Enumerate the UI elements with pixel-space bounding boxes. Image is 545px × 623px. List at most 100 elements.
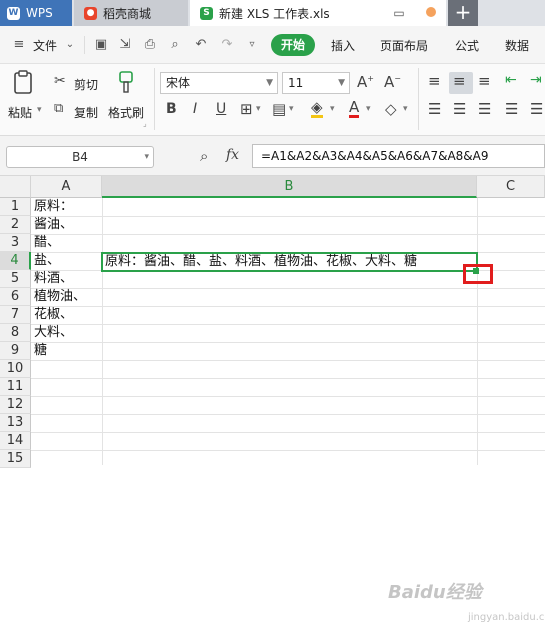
menu-data[interactable]: 数据 [505, 37, 529, 54]
paste-icon[interactable] [12, 70, 36, 96]
cell-a9[interactable]: 糖 [34, 342, 47, 360]
paste-label[interactable]: 粘贴 [8, 104, 32, 121]
column-header-b[interactable]: B [102, 176, 477, 198]
formula-input[interactable]: =A1&A2&A3&A4&A5&A6&A7&A8&A9 [252, 144, 545, 168]
print-preview-icon[interactable]: ⌕ [167, 37, 183, 53]
tab-wps[interactable]: W WPS [0, 0, 72, 26]
menu-page-layout[interactable]: 页面布局 [380, 37, 428, 54]
menu-file[interactable]: 文件 [33, 37, 57, 54]
redo-icon[interactable]: ↷ [219, 37, 235, 53]
scissors-icon[interactable]: ✂ [54, 73, 66, 89]
row-header-7[interactable]: 7 [0, 306, 31, 324]
select-all-corner[interactable] [0, 176, 31, 198]
row-header-13[interactable]: 13 [0, 414, 31, 432]
row-header-12[interactable]: 12 [0, 396, 31, 414]
font-color-icon[interactable]: A [349, 99, 360, 118]
indent-increase-icon[interactable]: ⇥ [530, 72, 542, 88]
row-header-14[interactable]: 14 [0, 432, 31, 450]
fx-icon[interactable]: fx [226, 147, 239, 163]
align-top-icon[interactable]: ≡ [428, 72, 441, 90]
launcher-icon[interactable]: ⌟ [143, 119, 147, 128]
row-header-10[interactable]: 10 [0, 360, 31, 378]
row-header-3[interactable]: 3 [0, 234, 31, 252]
bold-icon[interactable]: B [166, 101, 177, 117]
customize-icon[interactable]: ▿ [244, 37, 260, 53]
row-header-9[interactable]: 9 [0, 342, 31, 360]
cell-a3[interactable]: 醋、 [34, 234, 60, 252]
tab-wps-label: WPS [26, 6, 53, 20]
distribute-icon[interactable]: ☰ [530, 100, 543, 118]
cell-a2[interactable]: 酱油、 [34, 216, 73, 234]
cell-a4[interactable]: 盐、 [34, 252, 60, 270]
chevron-down-icon: ▼ [338, 78, 345, 88]
row-header-6[interactable]: 6 [0, 288, 31, 306]
chevron-down-icon: ▾ [144, 152, 149, 162]
grid-line [31, 396, 545, 397]
indent-decrease-icon[interactable]: ⇤ [505, 72, 517, 88]
cell-a5[interactable]: 料酒、 [34, 270, 73, 288]
save-icon[interactable]: ▣ [93, 37, 109, 53]
merge-dropdown-icon[interactable]: ▾ [289, 104, 294, 114]
cell-a1[interactable]: 原料： [34, 198, 73, 216]
row-header-1[interactable]: 1 [0, 198, 31, 216]
fill-dropdown-icon[interactable]: ▾ [330, 104, 335, 114]
grid-line [102, 198, 103, 465]
hamburger-menu-icon[interactable]: ≡ [11, 37, 27, 53]
zoom-icon[interactable]: ⌕ [200, 147, 208, 165]
export-icon[interactable]: ⇲ [117, 37, 133, 53]
grid-line [31, 234, 545, 235]
undo-icon[interactable]: ↶ [193, 37, 209, 53]
align-center-icon[interactable]: ☰ [453, 100, 466, 118]
row-header-2[interactable]: 2 [0, 216, 31, 234]
row-header-4[interactable]: 4 [0, 252, 31, 270]
ribbon: 粘贴 ▾ ✂ 剪切 ⧉ 复制 格式刷 ⌟ 宋体 ▼ 11 ▼ A+ A− B I… [0, 64, 545, 136]
underline-icon[interactable]: U [216, 101, 226, 117]
eraser-icon[interactable]: ◇ [385, 100, 397, 118]
row-header-8[interactable]: 8 [0, 324, 31, 342]
column-header-c[interactable]: C [477, 176, 545, 198]
row-header-5[interactable]: 5 [0, 270, 31, 288]
copy-label[interactable]: 复制 [74, 104, 98, 121]
italic-icon[interactable]: I [193, 101, 197, 117]
title-bar: W WPS ● 稻壳商城 S 新建 XLS 工作表.xls ▭ + [0, 0, 545, 26]
merge-cells-icon[interactable]: ▤ [272, 100, 286, 118]
align-right-icon[interactable]: ☰ [478, 100, 491, 118]
increase-font-icon[interactable]: A+ [357, 73, 374, 91]
cell-a7[interactable]: 花椒、 [34, 306, 73, 324]
monitor-icon[interactable]: ▭ [390, 4, 408, 22]
tab-store[interactable]: ● 稻壳商城 [74, 0, 188, 26]
format-painter-label[interactable]: 格式刷 [108, 104, 144, 121]
copy-icon[interactable]: ⧉ [54, 101, 63, 116]
eraser-dropdown-icon[interactable]: ▾ [403, 104, 408, 114]
store-logo-icon: ● [84, 6, 97, 20]
align-left-icon[interactable]: ☰ [428, 100, 441, 118]
justify-icon[interactable]: ☰ [505, 100, 518, 118]
cell-a6[interactable]: 植物油、 [34, 288, 86, 306]
print-icon[interactable]: ⎙ [142, 37, 158, 53]
font-color-dropdown-icon[interactable]: ▾ [366, 104, 371, 114]
menu-start[interactable]: 开始 [271, 34, 315, 56]
row-header-15[interactable]: 15 [0, 450, 31, 468]
decrease-font-icon[interactable]: A− [384, 73, 401, 91]
unsaved-dot-icon[interactable] [426, 7, 436, 17]
menu-bar: ≡ 文件 ⌄ ▣ ⇲ ⎙ ⌕ ↶ ↷ ▿ 开始 插入 页面布局 公式 数据 [0, 26, 545, 64]
cut-label[interactable]: 剪切 [74, 76, 98, 93]
font-name-select[interactable]: 宋体 ▼ [160, 72, 278, 94]
border-dropdown-icon[interactable]: ▾ [256, 104, 261, 114]
paste-dropdown-icon[interactable]: ▾ [37, 105, 42, 115]
row-header-11[interactable]: 11 [0, 378, 31, 396]
menu-insert[interactable]: 插入 [331, 37, 355, 54]
format-painter-icon[interactable] [114, 70, 138, 96]
fill-color-icon[interactable]: ◈ [311, 99, 323, 118]
column-header-a[interactable]: A [31, 176, 102, 198]
cell-a8[interactable]: 大料、 [34, 324, 73, 342]
border-icon[interactable]: ⊞ [240, 100, 253, 118]
align-bottom-icon[interactable]: ≡ [478, 72, 491, 90]
name-box[interactable]: B4 ▾ [6, 146, 154, 168]
font-size-select[interactable]: 11 ▼ [282, 72, 350, 94]
align-middle-icon[interactable]: ≡ [453, 72, 466, 90]
menu-formula[interactable]: 公式 [455, 37, 479, 54]
tab-file[interactable]: S 新建 XLS 工作表.xls ▭ [190, 0, 446, 26]
new-tab-button[interactable]: + [448, 0, 478, 26]
chevron-down-icon[interactable]: ⌄ [62, 37, 78, 53]
